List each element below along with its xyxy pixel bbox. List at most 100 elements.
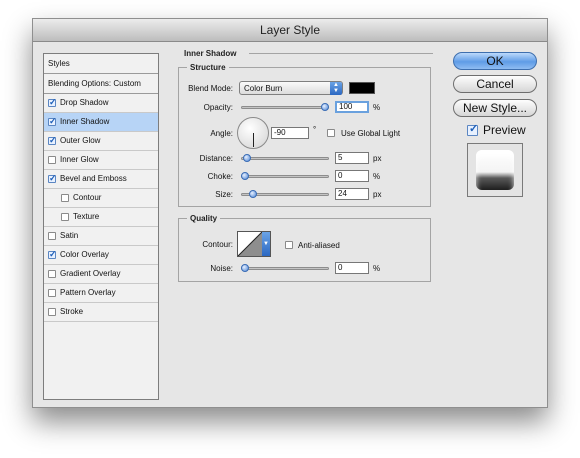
angle-field[interactable]: -90 [271,127,309,139]
distance-unit: px [373,154,382,163]
style-item-label: Inner Shadow [60,117,110,126]
angle-label: Angle: [210,129,233,138]
style-item-checkbox[interactable]: ✓ [48,116,57,126]
style-item-label: Color Overlay [60,250,109,259]
preview-label: Preview [483,123,526,137]
style-item-label: Texture [73,212,100,221]
choke-slider[interactable] [241,175,329,178]
structure-title: Structure [187,63,229,72]
ok-button[interactable]: OK [453,52,537,70]
styles-header-label: Styles [48,59,70,68]
styles-header[interactable]: Styles [44,54,158,74]
choke-unit: % [373,172,381,181]
distance-field[interactable]: 5 [335,152,369,164]
size-field[interactable]: 24 [335,188,369,200]
style-item[interactable]: ✓ Drop Shadow [44,94,158,113]
noise-field[interactable]: 0 [335,262,369,274]
style-item-checkbox[interactable]: ✓ [48,249,57,259]
blending-options-label: Blending Options: Custom [48,79,141,88]
window-title: Layer Style [33,19,547,42]
anti-aliased-checkbox[interactable] [285,241,293,249]
opacity-label: Opacity: [203,103,233,112]
contour-picker[interactable]: ▼ [237,231,271,257]
style-item-label: Stroke [60,307,84,316]
quality-title: Quality [187,214,221,223]
layer-style-dialog: Layer Style Styles Blending Options: Cus… [32,18,548,408]
style-item-checkbox[interactable]: ✓ [48,173,57,183]
blend-mode-value: Color Burn [244,84,283,93]
style-item-checkbox[interactable] [61,213,69,221]
degree-symbol: ° [313,125,317,134]
style-item-label: Drop Shadow [60,98,109,107]
new-style-button[interactable]: New Style... [453,99,537,117]
select-arrows-icon: ▲ ▼ [330,82,342,95]
checkmark-icon: ✓ [49,97,57,107]
size-unit: px [373,190,382,199]
style-item-checkbox[interactable]: ✓ [48,97,57,107]
style-item-label: Gradient Overlay [60,269,121,278]
use-global-light-label: Use Global Light [341,129,401,138]
opacity-slider-thumb[interactable] [321,103,329,111]
distance-slider[interactable] [241,157,329,160]
contour-dropdown-icon[interactable]: ▼ [262,232,270,256]
noise-slider[interactable] [241,267,329,270]
style-item[interactable]: Stroke [44,303,158,322]
style-item-checkbox[interactable] [48,308,56,316]
checkmark-icon: ✓ [49,116,57,126]
style-item[interactable]: Gradient Overlay [44,265,158,284]
choke-slider-thumb[interactable] [241,172,249,180]
checkmark-icon: ✓ [49,249,57,259]
style-item-label: Inner Glow [60,155,99,164]
choke-label: Choke: [207,172,233,181]
style-item-label: Satin [60,231,79,240]
size-slider-thumb[interactable] [249,190,257,198]
style-item-label: Outer Glow [60,136,101,145]
checkmark-icon: ✓ [469,123,479,135]
styles-list: Styles Blending Options: Custom ✓ Drop Sh… [43,53,159,400]
opacity-unit: % [373,103,381,112]
style-item-checkbox[interactable] [61,194,69,202]
style-item[interactable]: Texture [44,208,158,227]
style-item-label: Pattern Overlay [60,288,116,297]
contour-label: Contour: [202,240,233,249]
style-item[interactable]: Pattern Overlay [44,284,158,303]
style-item-checkbox[interactable] [48,289,56,297]
checkmark-icon: ✓ [49,173,57,183]
choke-field[interactable]: 0 [335,170,369,182]
blending-options-item[interactable]: Blending Options: Custom [44,74,158,94]
style-item-label: Contour [73,193,102,202]
distance-label: Distance: [199,154,233,163]
checkmark-icon: ✓ [49,135,57,145]
noise-slider-thumb[interactable] [241,264,249,272]
style-item-checkbox[interactable] [48,270,56,278]
style-item[interactable]: ✓ Outer Glow [44,132,158,151]
style-item[interactable]: ✓ Inner Shadow [44,113,158,132]
style-preview-thumbnail [467,143,523,197]
cancel-button[interactable]: Cancel [453,75,537,93]
angle-dial[interactable] [237,117,269,149]
preview-swatch [476,150,514,190]
style-item[interactable]: Inner Glow [44,151,158,170]
distance-slider-thumb[interactable] [242,154,251,162]
blend-mode-label: Blend Mode: [188,84,233,93]
size-label: Size: [215,190,233,199]
style-item[interactable]: Satin [44,227,158,246]
style-item-checkbox[interactable] [48,232,56,240]
style-item[interactable]: ✓ Color Overlay [44,246,158,265]
style-item[interactable]: Contour [44,189,158,208]
noise-unit: % [373,264,381,273]
opacity-slider[interactable] [241,106,329,109]
anti-aliased-label: Anti-aliased [298,241,340,250]
angle-needle [253,133,254,147]
noise-label: Noise: [210,264,233,273]
blend-color-swatch[interactable] [349,82,375,94]
style-item-checkbox[interactable]: ✓ [48,135,57,145]
inner-shadow-title: Inner Shadow [181,49,240,58]
preview-checkbox[interactable]: ✓ [467,123,479,136]
style-item[interactable]: ✓ Bevel and Emboss [44,170,158,189]
use-global-light-checkbox[interactable] [327,129,335,137]
opacity-field[interactable]: 100 [335,101,369,113]
blend-mode-select[interactable]: Color Burn ▲ ▼ [239,81,343,95]
style-item-checkbox[interactable] [48,156,56,164]
style-item-label: Bevel and Emboss [60,174,127,183]
